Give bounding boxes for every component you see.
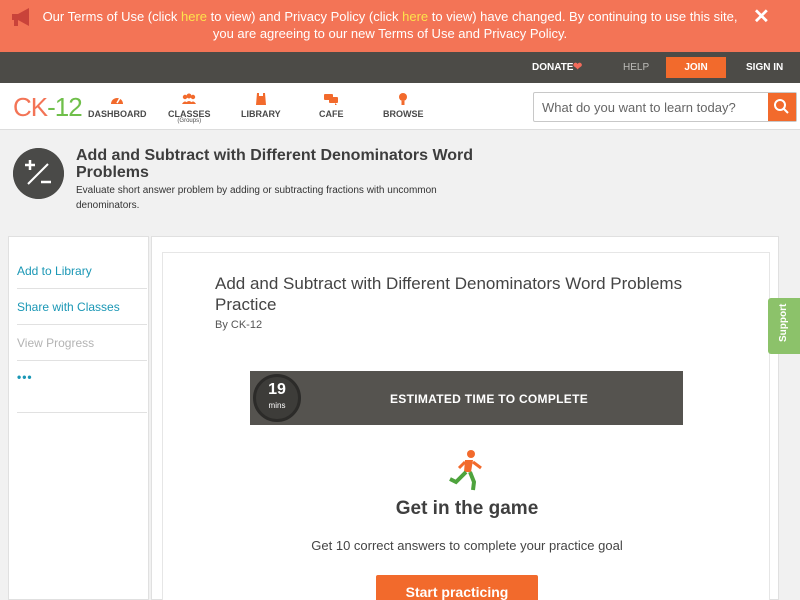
add-to-library-link[interactable]: Add to Library bbox=[17, 253, 147, 289]
banner-message: Our Terms of Use (click here to view) an… bbox=[42, 9, 738, 41]
terms-link[interactable]: here bbox=[181, 9, 207, 24]
page-description: Evaluate short answer problem by adding … bbox=[76, 185, 437, 211]
nav-browse[interactable]: BROWSE bbox=[383, 92, 424, 119]
privacy-link[interactable]: here bbox=[402, 9, 428, 24]
nav-dashboard[interactable]: DASHBOARD bbox=[88, 92, 147, 119]
nav-library[interactable]: LIBRARY bbox=[241, 92, 281, 119]
runner-icon bbox=[449, 450, 482, 491]
close-icon[interactable]: ✕ bbox=[753, 4, 770, 29]
browse-icon bbox=[399, 93, 408, 105]
help-link[interactable]: HELP bbox=[623, 62, 649, 73]
more-options-button[interactable]: ••• bbox=[17, 361, 147, 413]
dashboard-icon bbox=[111, 97, 124, 104]
game-heading: Get in the game bbox=[395, 498, 539, 519]
time-label: ESTIMATED TIME TO COMPLETE bbox=[390, 392, 589, 406]
add-subtract-icon bbox=[13, 148, 64, 199]
start-practicing-button[interactable]: Start practicing bbox=[376, 575, 538, 600]
time-badge: 19 mins bbox=[253, 374, 301, 422]
time-unit: mins bbox=[268, 401, 286, 410]
action-sidebar: Add to Library Share with Classes View P… bbox=[8, 236, 149, 600]
share-with-classes-link[interactable]: Share with Classes bbox=[17, 289, 147, 325]
main-panel: Add and Subtract with Different Denomina… bbox=[151, 236, 779, 600]
library-icon bbox=[255, 93, 266, 105]
cafe-icon bbox=[324, 94, 339, 105]
support-label: Support bbox=[778, 303, 789, 342]
practice-card: Add and Subtract with Different Denomina… bbox=[162, 252, 770, 600]
signin-link[interactable]: SIGN IN bbox=[746, 62, 783, 73]
search-button[interactable] bbox=[768, 93, 796, 121]
search-box[interactable] bbox=[533, 92, 797, 122]
view-progress-link: View Progress bbox=[17, 325, 147, 361]
heart-icon[interactable]: ❤ bbox=[573, 60, 582, 73]
game-description: Get 10 correct answers to complete your … bbox=[311, 538, 623, 553]
main-header: CK-12 DASHBOARD CLASSES (Groups) LIBRARY… bbox=[0, 83, 800, 130]
classes-icon bbox=[182, 93, 197, 104]
ck12-logo[interactable]: CK-12 bbox=[13, 92, 83, 123]
support-tab[interactable]: Support bbox=[768, 298, 800, 354]
nav-classes[interactable]: CLASSES (Groups) bbox=[168, 92, 211, 124]
page-title: Add and Subtract with Different Denomina… bbox=[76, 147, 474, 181]
nav-cafe[interactable]: CAFE bbox=[319, 92, 344, 119]
top-bar: DONATE ❤ HELP JOIN SIGN IN bbox=[0, 52, 800, 83]
search-icon bbox=[774, 99, 789, 114]
terms-banner: Our Terms of Use (click here to view) an… bbox=[0, 0, 800, 52]
join-button[interactable]: JOIN bbox=[666, 57, 726, 78]
author-label: By CK-12 bbox=[215, 319, 263, 331]
concept-header: Add and Subtract with Different Denomina… bbox=[0, 131, 800, 221]
practice-title: Add and Subtract with Different Denomina… bbox=[215, 274, 683, 314]
time-number: 19 bbox=[268, 381, 286, 398]
megaphone-icon bbox=[12, 8, 29, 26]
donate-link[interactable]: DONATE bbox=[532, 62, 573, 73]
search-input[interactable] bbox=[542, 98, 762, 116]
estimated-time-bar: 19 mins ESTIMATED TIME TO COMPLETE bbox=[250, 371, 683, 425]
